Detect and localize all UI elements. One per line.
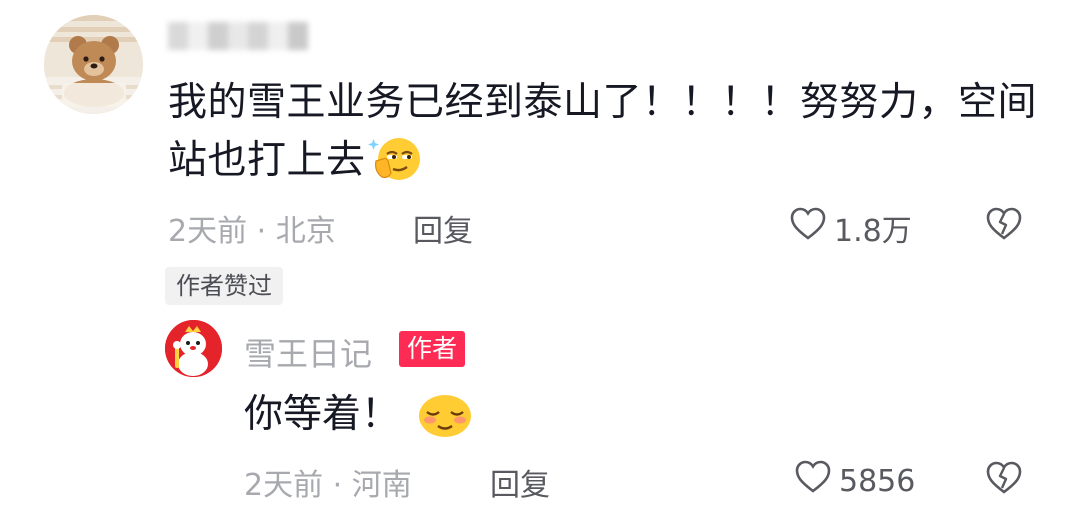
like-button[interactable]: 1.8万 [790,206,912,250]
author-badge: 作者 [399,331,466,367]
heart-icon [790,207,826,249]
like-count: 1.8万 [834,214,912,249]
reply-reply-button[interactable]: 回复 [490,460,550,504]
liked-by-author-badge: 作者赞过 [165,267,283,305]
reply-author-avatar[interactable] [165,320,222,377]
comment-text: 我的雪王业务已经到泰山了！！！！努努力，空间站也打上去 [168,74,1048,200]
snow-king-mascot-icon [165,320,222,377]
reply-time-location: 2天前 · 河南 [244,468,412,503]
comment-time-location: 2天前 · 北京 [168,214,336,249]
comment-body: 我的雪王业务已经到泰山了！！！！努努力，空间站也打上去 [168,80,1038,183]
broken-heart-icon [985,461,1023,499]
smirk-hand-emoji-icon [367,133,426,200]
reply-like-count: 5856 [839,463,916,499]
teddy-bear-avatar-icon [44,15,143,114]
heart-icon [795,460,831,502]
reply-author-username[interactable]: 雪王日记 [244,329,372,375]
reply-text: 你等着！ [244,392,401,437]
commenter-avatar[interactable] [44,15,143,114]
commenter-username-redacted[interactable] [168,22,308,54]
dislike-button[interactable] [985,207,1023,245]
reply-like-button[interactable]: 5856 [795,460,915,502]
reply-button[interactable]: 回复 [413,206,473,250]
blushing-smile-emoji-icon [418,393,472,443]
reply-dislike-button[interactable] [985,461,1023,499]
broken-heart-icon [985,207,1023,245]
